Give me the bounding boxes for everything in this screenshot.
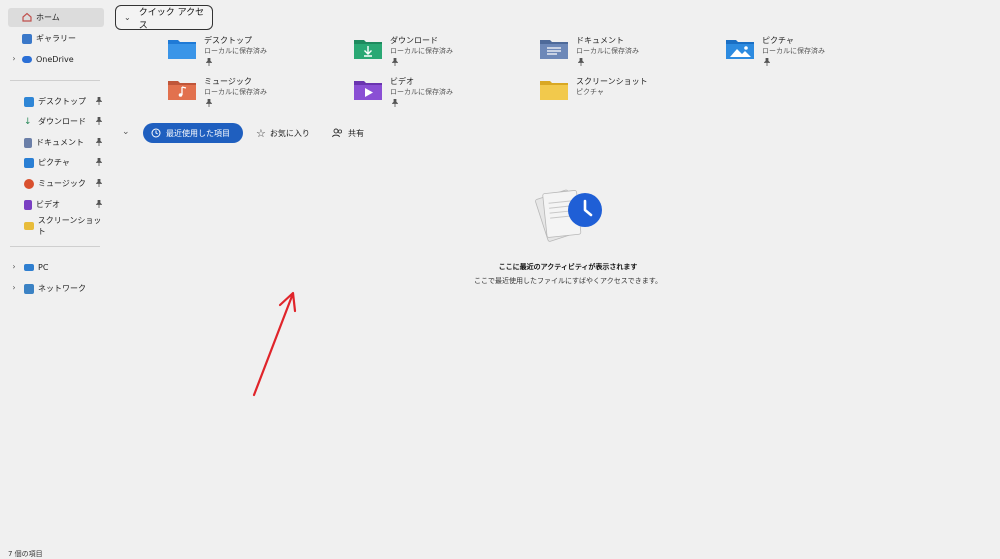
quick-access-tile-downloads[interactable]: ダウンロード ローカルに保存済み — [354, 35, 534, 71]
sidebar-item-label: スクリーンショット — [37, 215, 102, 236]
sidebar-divider — [10, 246, 100, 247]
recent-activity-illustration — [535, 189, 602, 242]
quick-access-tile-desktop[interactable]: デスクトップ ローカルに保存済み — [168, 35, 348, 71]
documents-icon — [24, 137, 32, 148]
pictures-folder-icon — [726, 40, 754, 59]
quick-access-title: クイック アクセス — [138, 7, 205, 31]
documents-folder-icon — [540, 40, 568, 59]
quick-access-tile-documents[interactable]: ドキュメント ローカルに保存済み — [540, 35, 720, 71]
pin-icon — [96, 158, 102, 166]
network-icon — [24, 283, 34, 294]
sidebar-item-label: ネットワーク — [38, 284, 86, 293]
star-icon: ☆ — [256, 126, 266, 140]
desktop-folder-icon — [24, 96, 34, 107]
tile-name: ダウンロード — [390, 36, 438, 45]
music-icon — [24, 178, 34, 189]
pin-icon — [392, 99, 398, 107]
sidebar-item-pictures[interactable]: ピクチャ — [8, 153, 108, 172]
home-icon — [22, 12, 32, 24]
pin-icon — [206, 99, 212, 107]
pin-icon — [96, 200, 102, 208]
tab-favorites[interactable]: ☆ お気に入り — [256, 123, 310, 143]
pin-icon — [96, 179, 102, 187]
quick-access-tile-music[interactable]: ミュージック ローカルに保存済み — [168, 76, 348, 112]
tile-subtitle: ピクチャ — [576, 88, 604, 96]
videos-folder-icon — [354, 81, 382, 100]
clock-icon — [151, 128, 161, 138]
download-arrow-icon: ↓ — [24, 116, 32, 127]
sidebar-item-downloads[interactable]: ↓ ダウンロード — [8, 112, 108, 131]
quick-access-section-header[interactable]: ⌄ クイック アクセス — [115, 5, 213, 31]
tab-label: 共有 — [348, 128, 364, 138]
sidebar-item-screenshots[interactable]: スクリーンショット — [8, 215, 108, 236]
sidebar-item-label: ギャラリー — [36, 34, 76, 43]
tile-subtitle: ローカルに保存済み — [390, 47, 453, 55]
pictures-icon — [24, 157, 34, 168]
pin-icon — [764, 58, 770, 66]
sidebar-item-desktop[interactable]: デスクトップ — [8, 92, 108, 111]
tile-name: スクリーンショット — [576, 77, 648, 86]
sidebar-item-home[interactable]: ホーム — [8, 8, 104, 27]
pin-icon — [206, 58, 212, 66]
sidebar-item-gallery[interactable]: ギャラリー — [8, 29, 76, 48]
pin-icon — [96, 97, 102, 105]
tile-subtitle: ローカルに保存済み — [390, 88, 453, 96]
tile-name: ミュージック — [204, 77, 252, 86]
sidebar-item-label: ピクチャ — [38, 158, 70, 167]
tile-name: ドキュメント — [576, 36, 624, 45]
sidebar-item-label: OneDrive — [36, 55, 74, 64]
sidebar-item-pc[interactable]: PC — [8, 258, 48, 277]
tab-recent[interactable]: 最近使用した項目 — [143, 123, 243, 143]
sidebar-item-label: ドキュメント — [36, 138, 84, 147]
desktop-folder-icon — [168, 40, 196, 59]
empty-state-title: ここに最近のアクティビティが表示されます — [498, 263, 638, 271]
sidebar-item-label: ホーム — [36, 13, 60, 22]
pin-icon — [392, 58, 398, 66]
pin-icon — [96, 138, 102, 146]
people-icon — [332, 128, 343, 138]
screenshots-folder-icon — [540, 81, 568, 100]
sidebar-item-videos[interactable]: ビデオ — [8, 195, 108, 214]
pc-monitor-icon — [24, 264, 34, 271]
collapse-chevron-icon: ⌄ — [124, 13, 131, 22]
tile-subtitle: ローカルに保存済み — [576, 47, 639, 55]
downloads-folder-icon — [354, 40, 382, 59]
music-folder-icon — [168, 81, 196, 100]
sidebar-item-label: ダウンロード — [38, 117, 86, 126]
sidebar-item-label: PC — [38, 263, 49, 272]
tab-label: 最近使用した項目 — [166, 128, 230, 138]
onedrive-cloud-icon — [22, 56, 32, 63]
navigation-pane: ホーム ギャラリー › OneDrive デスクトップ ↓ ダウンロード ドキュ… — [0, 0, 108, 559]
tile-name: ビデオ — [390, 77, 414, 86]
sidebar-item-onedrive[interactable]: OneDrive — [8, 50, 74, 69]
screenshots-folder-icon — [24, 221, 34, 230]
gallery-icon — [22, 33, 32, 44]
sidebar-item-network[interactable]: ネットワーク — [8, 279, 86, 298]
empty-state-subtitle: ここで最近使用したファイルにすばやくアクセスできます。 — [473, 277, 663, 285]
pin-icon — [578, 58, 584, 66]
tile-subtitle: ローカルに保存済み — [204, 47, 267, 55]
quick-access-tile-screenshots[interactable]: スクリーンショット ピクチャ — [540, 76, 720, 112]
collapse-chevron-icon[interactable]: ⌄ — [122, 127, 130, 137]
sidebar-item-label: ビデオ — [36, 200, 60, 209]
sidebar-divider — [10, 80, 100, 81]
tile-name: デスクトップ — [204, 36, 252, 45]
sidebar-item-label: デスクトップ — [38, 97, 86, 106]
tab-shared[interactable]: 共有 — [332, 123, 364, 143]
tile-subtitle: ローカルに保存済み — [204, 88, 267, 96]
tile-subtitle: ローカルに保存済み — [762, 47, 825, 55]
status-bar-item-count: 7 個の項目 — [8, 550, 43, 558]
sidebar-item-label: ミュージック — [38, 179, 86, 188]
sidebar-item-documents[interactable]: ドキュメント — [8, 133, 108, 152]
videos-icon — [24, 199, 32, 210]
pin-icon — [96, 117, 102, 125]
quick-access-tile-pictures[interactable]: ピクチャ ローカルに保存済み — [726, 35, 906, 71]
tab-label: お気に入り — [269, 128, 310, 138]
tile-name: ピクチャ — [762, 36, 794, 45]
quick-access-tile-videos[interactable]: ビデオ ローカルに保存済み — [354, 76, 534, 112]
sidebar-item-music[interactable]: ミュージック — [8, 174, 108, 193]
